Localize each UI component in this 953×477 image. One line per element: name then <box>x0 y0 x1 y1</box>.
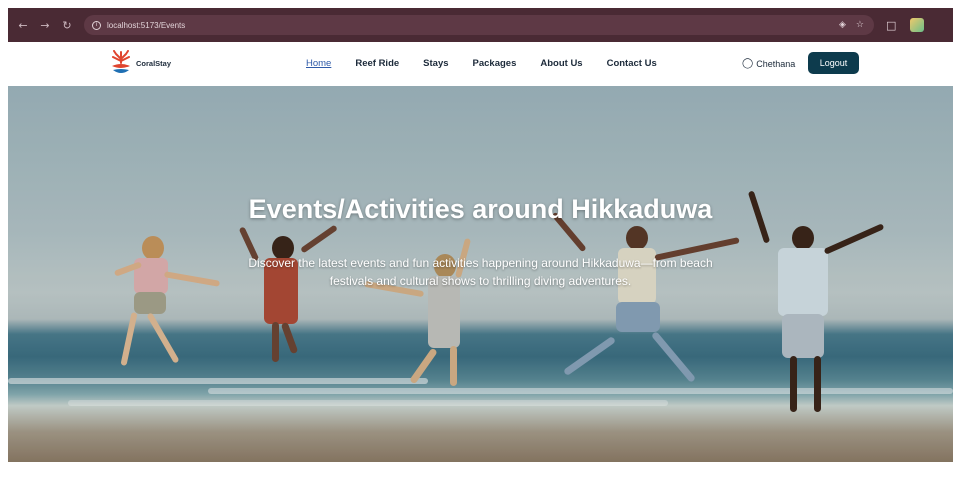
site-header: CoralStay Home Reef Ride Stays Packages … <box>8 42 953 86</box>
user-name: Chethana <box>756 58 796 69</box>
nav-stays[interactable]: Stays <box>423 58 448 69</box>
app-window: ← → ↻ i localhost:5173/Events ◈ ☆ □ Cora… <box>8 8 953 477</box>
hero-subtitle: Discover the latest events and fun activ… <box>248 256 713 288</box>
site-info-icon[interactable]: i <box>92 20 101 30</box>
coral-logo-icon <box>112 50 130 73</box>
reload-icon[interactable]: ↻ <box>58 16 76 34</box>
nav-home[interactable]: Home <box>306 58 331 69</box>
extensions-icon[interactable]: □ <box>886 19 896 32</box>
logout-button[interactable]: Logout <box>808 52 859 74</box>
browser-toolbar: ← → ↻ i localhost:5173/Events ◈ ☆ □ <box>8 8 953 42</box>
url-text: localhost:5173/Events <box>107 20 186 30</box>
hero-banner: Events/Activities around Hikkaduwa Disco… <box>8 86 953 462</box>
translate-icon[interactable]: ◈ <box>839 20 846 30</box>
forward-icon[interactable]: → <box>36 16 54 34</box>
nav-about-us[interactable]: About Us <box>540 58 582 69</box>
profile-icon[interactable] <box>910 18 925 32</box>
user-icon: ◯ <box>742 58 754 69</box>
logo-text: CoralStay <box>136 58 172 68</box>
hero-title: Events/Activities around Hikkaduwa <box>248 194 713 224</box>
address-bar[interactable]: i localhost:5173/Events ◈ ☆ <box>84 15 874 35</box>
user-profile[interactable]: ◯ Chethana <box>742 58 795 69</box>
logo[interactable]: CoralStay <box>110 50 171 76</box>
nav-reef-ride[interactable]: Reef Ride <box>355 58 399 69</box>
nav-packages[interactable]: Packages <box>473 58 517 69</box>
nav-contact-us[interactable]: Contact Us <box>607 58 657 69</box>
back-icon[interactable]: ← <box>14 16 32 34</box>
bookmark-star-icon[interactable]: ☆ <box>856 20 864 30</box>
main-nav: Home Reef Ride Stays Packages About Us C… <box>306 58 681 69</box>
